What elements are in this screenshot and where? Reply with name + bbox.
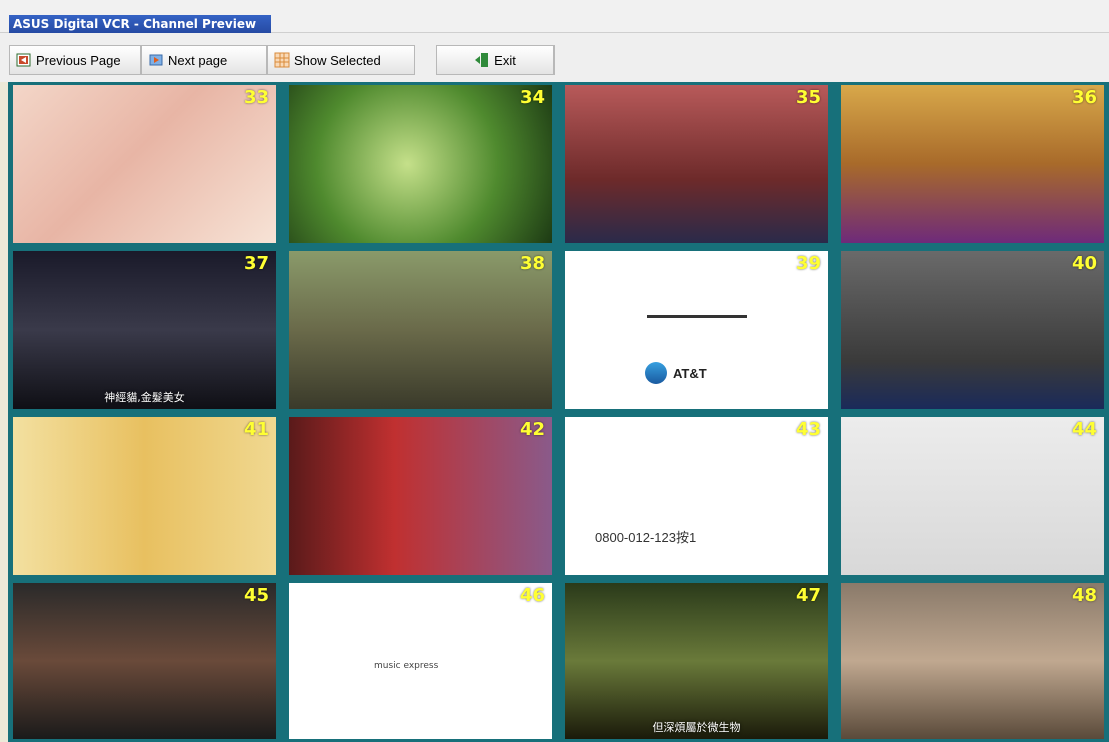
channel-number: 43 <box>795 419 821 440</box>
att-caption: AT&T <box>673 365 707 381</box>
channel-number: 39 <box>795 253 821 274</box>
exit-label: Exit <box>494 52 516 68</box>
att-logo: AT&T <box>645 361 755 385</box>
next-page-label: Next page <box>168 52 228 68</box>
next-page-icon <box>148 52 164 68</box>
channel-tile[interactable]: 38 <box>289 251 552 409</box>
channel-number: 42 <box>519 419 545 440</box>
previous-page-label: Previous Page <box>36 52 121 68</box>
channel-tile[interactable]: 39 AT&T <box>565 251 828 409</box>
channel-number: 35 <box>795 87 821 108</box>
previous-page-button[interactable]: Previous Page <box>9 45 141 75</box>
channel-tile[interactable]: 37 神經貓,金髮美女 <box>13 251 276 409</box>
show-selected-label: Show Selected <box>294 52 381 68</box>
channel-tile[interactable]: 43 0800-012-123按1 <box>565 417 828 575</box>
channel-preview-grid: 33 34 35 36 37 神經貓,金髮美女 38 39 AT&T 40 41… <box>8 82 1109 742</box>
exit-button[interactable]: Exit <box>436 45 554 75</box>
channel-tile[interactable]: 47 但深煩屬於微生物 <box>565 583 828 739</box>
channel-number: 38 <box>519 253 545 274</box>
channel-tile[interactable]: 35 <box>565 85 828 243</box>
channel-tile[interactable]: 40 <box>841 251 1104 409</box>
channel-number: 36 <box>1071 87 1097 108</box>
window-title: ASUS Digital VCR - Channel Preview <box>9 15 271 33</box>
exit-door-icon <box>474 52 490 68</box>
channel-tile[interactable]: 34 <box>289 85 552 243</box>
channel-number: 48 <box>1071 585 1097 606</box>
channel-number: 47 <box>795 585 821 606</box>
channel-tile[interactable]: 48 <box>841 583 1104 739</box>
channel-number: 44 <box>1071 419 1097 440</box>
channel-caption: 0800-012-123按1 <box>595 530 697 545</box>
channel-tile[interactable]: 41 <box>13 417 276 575</box>
next-page-button[interactable]: Next page <box>141 45 267 75</box>
channel-tile[interactable]: 46 music express <box>289 583 552 739</box>
channel-caption: 但深煩屬於微生物 <box>652 721 741 734</box>
channel-number: 33 <box>243 87 269 108</box>
channel-caption: music express <box>374 661 439 671</box>
channel-number: 40 <box>1071 253 1097 274</box>
channel-tile[interactable]: 45 <box>13 583 276 739</box>
fetnet-logo <box>647 281 747 318</box>
channel-tile[interactable]: 44 <box>841 417 1104 575</box>
toolbar: Previous Page Next page Show Selected Ex… <box>0 33 1109 82</box>
channel-tile[interactable]: 42 <box>289 417 552 575</box>
window-titlebar: ASUS Digital VCR - Channel Preview <box>0 0 1109 33</box>
grid-icon <box>274 52 290 68</box>
channel-tile[interactable]: 33 <box>13 85 276 243</box>
channel-caption: 神經貓,金髮美女 <box>104 391 185 404</box>
channel-number: 45 <box>243 585 269 606</box>
show-selected-button[interactable]: Show Selected <box>267 45 415 75</box>
toolbar-divider <box>554 45 555 75</box>
channel-number: 46 <box>519 585 545 606</box>
channel-number: 41 <box>243 419 269 440</box>
previous-page-icon <box>16 52 32 68</box>
channel-number: 34 <box>519 87 545 108</box>
channel-tile[interactable]: 36 <box>841 85 1104 243</box>
channel-number: 37 <box>243 253 269 274</box>
